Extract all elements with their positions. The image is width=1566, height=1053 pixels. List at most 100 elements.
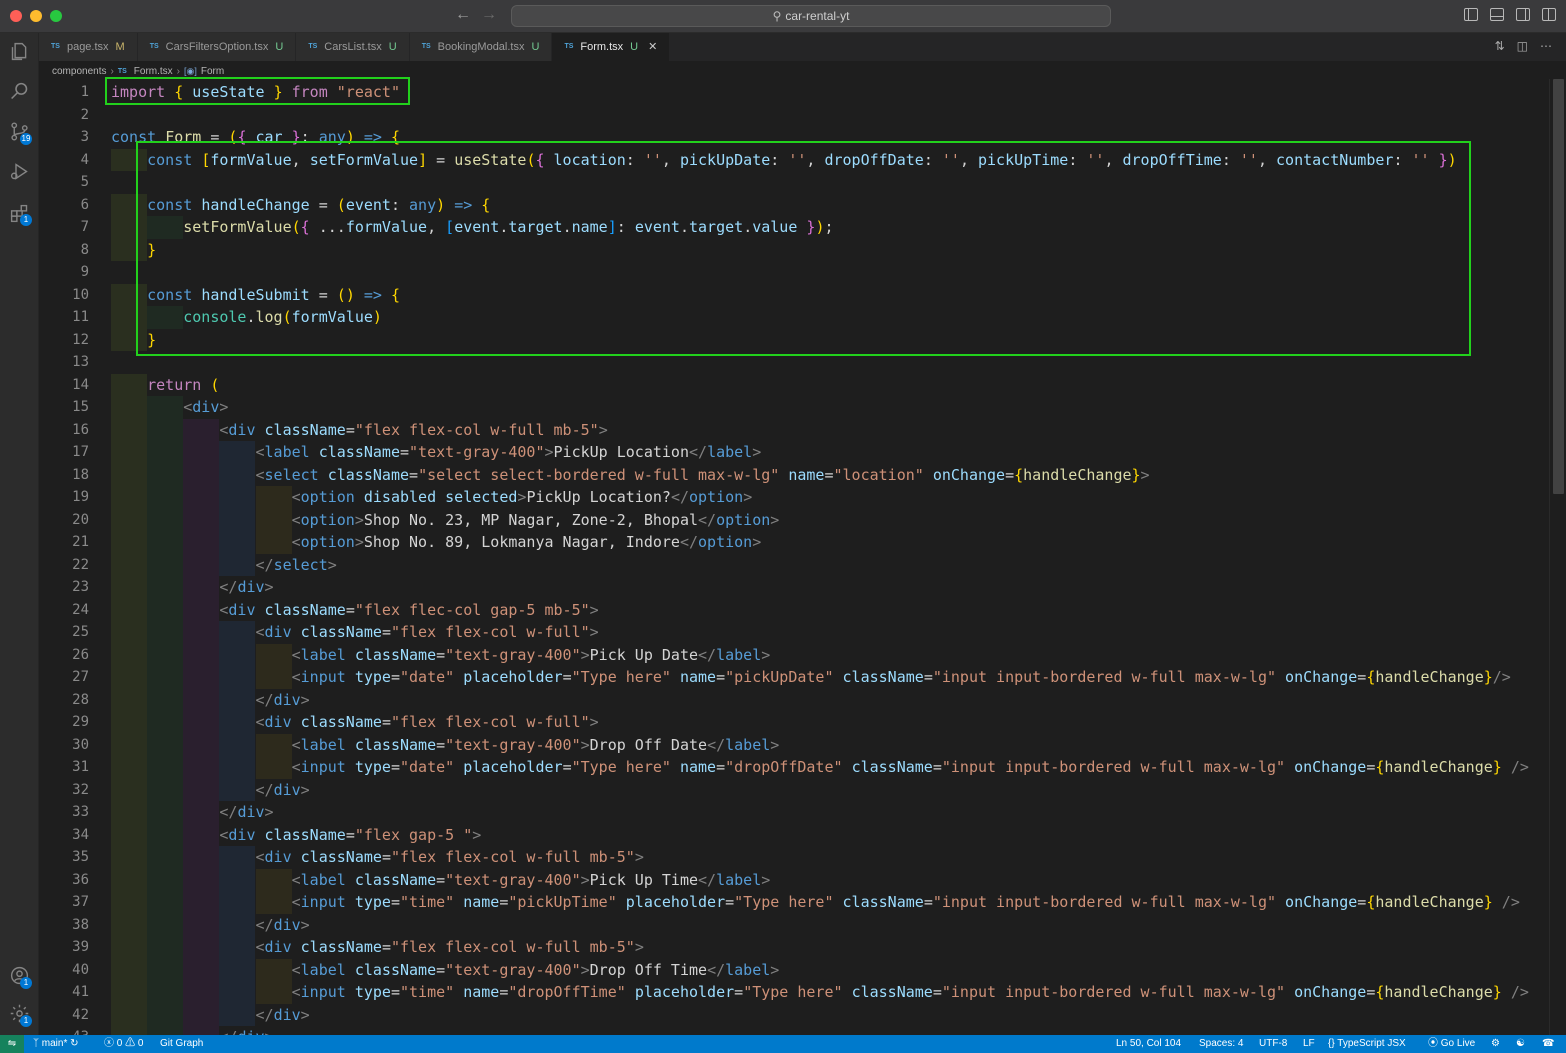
close-tab-icon[interactable]: ✕ [648,33,657,61]
git-graph-button[interactable]: Git Graph [160,1035,203,1053]
code-line[interactable]: 36 <label className="text-gray-400">Pick… [39,868,1549,891]
indentation-status[interactable]: Spaces: 4 [1199,1035,1243,1053]
code-line[interactable]: 19 <option disabled selected>PickUp Loca… [39,486,1549,509]
problems-status[interactable]: ⓧ 0 ⚠ 0 [104,1035,143,1053]
breadcrumb-folder[interactable]: components [52,66,106,77]
go-live-button[interactable]: ⦿ Go Live [1428,1035,1475,1053]
line-number: 40 [72,961,89,978]
code-text: console.log(formValue) [183,308,382,326]
cursor-position[interactable]: Ln 50, Col 104 [1116,1035,1181,1053]
code-text: const [formValue, setFormValue] = useSta… [147,150,1457,169]
line-number: 25 [72,624,89,640]
toggle-primary-sidebar-icon[interactable] [1464,8,1478,21]
line-number: 15 [72,399,89,415]
code-line[interactable]: 18 <select className="select select-bord… [39,463,1549,486]
line-number: 27 [72,669,89,685]
go-live-label: Go Live [1440,1038,1476,1049]
code-line[interactable]: 5 [39,171,1549,194]
tab-cars-list[interactable]: TS CarsList.tsx U [296,33,410,61]
language-mode[interactable]: {} TypeScript JSX [1328,1035,1406,1053]
code-line[interactable]: 17 <label className="text-gray-400">Pick… [39,441,1549,464]
code-line[interactable]: 10 const handleSubmit = () => { [39,283,1549,306]
toggle-secondary-sidebar-icon[interactable] [1516,8,1530,21]
maximize-window-button[interactable] [50,10,62,22]
breadcrumb-symbol[interactable]: Form [201,66,224,77]
code-line[interactable]: 42 </div> [39,1003,1549,1026]
code-line[interactable]: 11 console.log(formValue) [39,306,1549,329]
code-line[interactable]: 4 const [formValue, setFormValue] = useS… [39,148,1549,171]
code-line[interactable]: 32 </div> [39,778,1549,801]
code-line[interactable]: 28 </div> [39,688,1549,711]
command-center-search[interactable]: ⚲ car-rental-yt [511,5,1111,27]
code-line[interactable]: 31 <input type="date" placeholder="Type … [39,756,1549,779]
code-line[interactable]: 1 import { useState } from "react" [39,81,1549,104]
feedback-icon[interactable]: ⚙ [1491,1035,1500,1053]
code-line[interactable]: 37 <input type="time" name="pickUpTime" … [39,891,1549,914]
code-line[interactable]: 12 } [39,328,1549,351]
code-line[interactable]: 40 <label className="text-gray-400">Drop… [39,958,1549,981]
code-line[interactable]: 22 </select> [39,553,1549,576]
minimize-window-button[interactable] [30,10,42,22]
line-number: 11 [72,309,89,325]
code-text: </div> [255,690,310,709]
eol-status[interactable]: LF [1303,1035,1315,1053]
code-line[interactable]: 3 const Form = ({ car }: any) => { [39,126,1549,149]
copilot-icon[interactable]: ☯ [1516,1035,1525,1053]
code-line[interactable]: 16 <div className="flex flex-col w-full … [39,418,1549,441]
error-count: 0 [116,1038,123,1049]
open-changes-icon[interactable]: ⇅ [1495,39,1505,53]
forward-arrow-icon[interactable]: → [481,6,497,24]
code-line[interactable]: 8 } [39,238,1549,261]
code-line[interactable]: 41 <input type="time" name="dropOffTime"… [39,981,1549,1004]
code-line[interactable]: 35 <div className="flex flex-col w-full … [39,846,1549,869]
vertical-scrollbar[interactable] [1549,79,1566,1035]
back-arrow-icon[interactable]: ← [455,6,471,24]
code-line[interactable]: 7 setFormValue({ ...formValue, [event.ta… [39,216,1549,239]
code-line[interactable]: 14 return ( [39,373,1549,396]
code-line[interactable]: 15 <div> [39,396,1549,419]
code-line[interactable]: 33 </div> [39,801,1549,824]
code-line[interactable]: 38 </div> [39,913,1549,936]
tab-page[interactable]: TS page.tsx M [39,33,138,61]
code-line[interactable]: 39 <div className="flex flex-col w-full … [39,936,1549,959]
search-sidebar-icon[interactable] [9,81,30,102]
line-number: 13 [72,354,89,370]
code-line[interactable]: 27 <input type="date" placeholder="Type … [39,666,1549,689]
branch-status[interactable]: ᛉ main* ↻ [33,1035,79,1053]
code-line[interactable]: 20 <option>Shop No. 23, MP Nagar, Zone-2… [39,508,1549,531]
tab-cars-filters-option[interactable]: TS CarsFiltersOption.tsx U [137,33,297,61]
code-text: <label className="text-gray-400">PickUp … [255,443,762,461]
code-line[interactable]: 43 </div> [39,1026,1549,1035]
line-number: 38 [72,916,89,933]
encoding-status[interactable]: UTF-8 [1259,1035,1287,1053]
tab-form[interactable]: TS Form.tsx U ✕ [552,33,671,61]
code-line[interactable]: 23 </div> [39,576,1549,599]
tab-booking-modal[interactable]: TS BookingModal.tsx U [409,33,553,61]
code-line[interactable]: 29 <div className="flex flex-col w-full"… [39,711,1549,734]
code-text: <input type="time" name="pickUpTime" pla… [291,893,1520,911]
code-editor[interactable]: 1 import { useState } from "react" 2 3 const… [39,79,1549,1035]
code-line[interactable]: 2 [39,104,1549,127]
customize-layout-icon[interactable] [1542,8,1556,21]
code-line[interactable]: 25 <div className="flex flex-col w-full"… [39,621,1549,644]
close-window-button[interactable] [10,10,22,22]
code-line[interactable]: 13 [39,351,1549,374]
remote-indicator-icon[interactable]: ⇋ [0,1035,24,1053]
code-line[interactable]: 21 <option>Shop No. 89, Lokmanya Nagar, … [39,531,1549,554]
code-line[interactable]: 34 <div className="flex gap-5 "> [39,823,1549,846]
toggle-panel-icon[interactable] [1490,8,1504,21]
line-number: 42 [72,1006,89,1023]
breadcrumb-file[interactable]: Form.tsx [134,66,173,77]
split-editor-icon[interactable]: ◫ [1517,39,1528,53]
more-actions-icon[interactable]: ⋯ [1540,39,1552,53]
explorer-icon[interactable] [9,41,30,62]
code-line[interactable]: 30 <label className="text-gray-400">Drop… [39,733,1549,756]
run-debug-icon[interactable] [9,161,30,182]
notifications-bell-icon[interactable]: ☎ [1542,1035,1554,1053]
code-line[interactable]: 9 [39,261,1549,284]
code-line[interactable]: 26 <label className="text-gray-400">Pick… [39,643,1549,666]
code-line[interactable]: 6 const handleChange = (event: any) => { [39,193,1549,216]
code-text: return ( [147,375,220,394]
code-line[interactable]: 24 <div className="flex flec-col gap-5 m… [39,598,1549,621]
scrollbar-thumb[interactable] [1553,79,1564,494]
